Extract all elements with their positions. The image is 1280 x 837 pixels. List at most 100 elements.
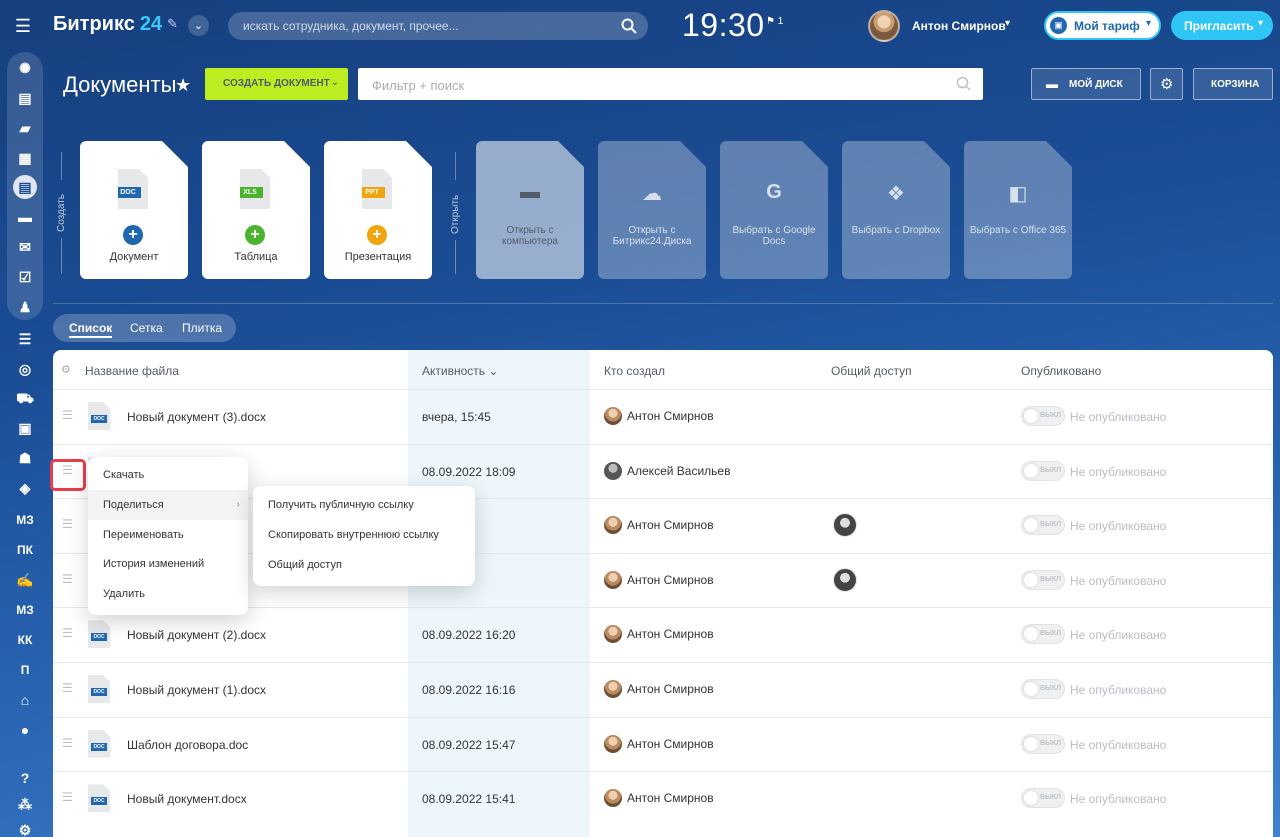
sitemap-icon[interactable]: ⁂: [13, 792, 37, 816]
avatar[interactable]: [604, 625, 622, 644]
drag-handle-icon[interactable]: ☰: [62, 791, 74, 803]
creator-name[interactable]: Антон Смирнов: [627, 737, 714, 751]
sidebar-item-mz[interactable]: МЗ: [13, 508, 37, 532]
view-list[interactable]: Список: [69, 321, 113, 338]
table-row[interactable]: ☰ DOC Шаблон договора.doc 08.09.2022 15:47 А…: [53, 716, 1273, 772]
menu-item-public-link[interactable]: Получить публичную ссылку: [253, 490, 475, 520]
logo[interactable]: Битрикс 24: [53, 13, 162, 36]
file-name[interactable]: Новый документ (3).docx: [127, 410, 266, 424]
settings-button[interactable]: ⚙: [1150, 68, 1183, 100]
home-icon[interactable]: ⌂: [13, 688, 37, 712]
open-from-b24-disk-tile[interactable]: ☁ Открыть с Битрикс24.Диска: [598, 141, 706, 279]
drag-handle-icon[interactable]: ☰: [62, 627, 74, 639]
my-tarif-button[interactable]: ▣ Мой тариф ▾: [1044, 11, 1161, 40]
file-name[interactable]: Новый документ.docx: [127, 792, 247, 806]
creator-name[interactable]: Антон Смирнов: [627, 627, 714, 641]
create-document-button[interactable]: СОЗДАТЬ ДОКУМЕНТ ⌄: [205, 68, 348, 100]
box-icon[interactable]: ◈: [13, 476, 37, 500]
shared-user-avatar[interactable]: [833, 513, 857, 538]
contact-card-icon[interactable]: ▣: [13, 416, 37, 440]
user-name[interactable]: Антон Смирнов: [912, 19, 1006, 33]
filter-search-input[interactable]: Фильтр + поиск: [358, 68, 983, 100]
shop-cart-icon[interactable]: ⛟: [13, 386, 37, 410]
sidebar-item-mz-2[interactable]: МЗ: [13, 598, 37, 622]
open-from-computer-tile[interactable]: ▬ Открыть с компьютера: [476, 141, 584, 279]
avatar[interactable]: [604, 407, 622, 425]
publish-toggle[interactable]: ВЫКЛ: [1021, 624, 1065, 645]
avatar[interactable]: [604, 680, 622, 698]
chevron-down-icon[interactable]: ▾: [1005, 18, 1010, 29]
mail-icon[interactable]: ✉: [13, 235, 37, 259]
google-docs-tile[interactable]: G Выбрать с Google Docs: [720, 141, 828, 279]
creator-name[interactable]: Антон Смирнов: [627, 791, 714, 805]
menu-item-download[interactable]: Скачать: [88, 460, 248, 490]
avatar[interactable]: [604, 734, 622, 753]
publish-toggle[interactable]: ВЫКЛ: [1021, 460, 1065, 481]
search-icon[interactable]: [620, 17, 638, 35]
invite-button[interactable]: Пригласить ▾: [1171, 11, 1273, 40]
drag-handle-icon[interactable]: ☰: [62, 409, 74, 421]
sidebar-item-pk[interactable]: ПК: [13, 538, 37, 562]
clock[interactable]: 19:30: [682, 7, 765, 44]
create-doc-tile[interactable]: DOC + Документ: [80, 141, 188, 279]
view-grid[interactable]: Сетка: [130, 321, 163, 335]
dropbox-tile[interactable]: ❖ Выбрать с Dropbox: [842, 141, 950, 279]
column-header-published[interactable]: Опубликовано: [1021, 364, 1101, 378]
flag-icon[interactable]: ⚑ 1: [766, 16, 783, 27]
avatar[interactable]: [604, 570, 622, 589]
column-header-creator[interactable]: Кто создал: [604, 364, 665, 378]
column-header-activity[interactable]: Активность ⌄: [422, 364, 498, 378]
avatar[interactable]: [604, 789, 622, 808]
more-icon[interactable]: ●: [13, 718, 37, 742]
tasks-icon[interactable]: ▤: [13, 86, 37, 110]
edit-pencil-icon[interactable]: ✎: [167, 16, 178, 32]
table-row[interactable]: ☰ DOC Новый документ (1).docx 08.09.2022 16…: [53, 662, 1273, 717]
creator-name[interactable]: Антон Смирнов: [627, 518, 714, 532]
column-header-shared[interactable]: Общий доступ: [831, 364, 912, 378]
column-header-name[interactable]: Название файла: [85, 364, 179, 378]
crm-filter-icon[interactable]: ☰: [13, 327, 37, 351]
global-search[interactable]: искать сотрудника, документ, прочее...: [228, 12, 648, 40]
drag-handle-icon[interactable]: ☰: [62, 518, 74, 530]
publish-toggle[interactable]: ВЫКЛ: [1021, 515, 1065, 536]
menu-item-rename[interactable]: Переименовать: [88, 520, 248, 550]
creator-name[interactable]: Антон Смирнов: [627, 573, 714, 587]
create-xls-tile[interactable]: XLS + Таблица: [202, 141, 310, 279]
avatar[interactable]: [604, 461, 622, 480]
sidebar-item-p[interactable]: П: [13, 658, 37, 682]
publish-toggle[interactable]: ВЫКЛ: [1021, 406, 1065, 426]
trash-button[interactable]: КОРЗИНА: [1193, 68, 1273, 100]
documents-icon[interactable]: ▤: [13, 175, 37, 199]
file-name[interactable]: Новый документ (2).docx: [127, 628, 266, 642]
avatar[interactable]: [604, 516, 622, 535]
creator-name[interactable]: Алексей Васильев: [627, 464, 730, 478]
menu-item-history[interactable]: История изменений: [88, 549, 248, 579]
search-icon[interactable]: [955, 75, 973, 93]
shared-user-avatar[interactable]: [833, 567, 857, 592]
publish-toggle[interactable]: ВЫКЛ: [1021, 733, 1065, 754]
menu-item-share[interactable]: Поделиться ›: [88, 490, 248, 520]
drag-handle-icon[interactable]: ☰: [62, 573, 74, 585]
target-icon[interactable]: ◎: [13, 357, 37, 381]
menu-item-delete[interactable]: Удалить: [88, 579, 248, 609]
publish-toggle[interactable]: ВЫКЛ: [1021, 788, 1065, 809]
activity-stream-icon[interactable]: ✺: [13, 56, 37, 80]
creator-name[interactable]: Антон Смирнов: [627, 409, 714, 423]
table-row[interactable]: ☰ DOC Новый документ (2).docx 08.09.2022 16…: [53, 607, 1273, 662]
create-ppt-tile[interactable]: PPT + Презентация: [324, 141, 432, 279]
employees-icon[interactable]: ♟: [13, 295, 37, 319]
menu-item-shared-access[interactable]: Общий доступ: [253, 550, 475, 580]
creator-name[interactable]: Антон Смирнов: [627, 682, 714, 696]
chevron-down-icon[interactable]: ⌄: [188, 15, 209, 36]
chat-icon[interactable]: ▰: [13, 116, 37, 140]
settings-icon[interactable]: ⚙: [13, 818, 37, 837]
view-tile[interactable]: Плитка: [182, 321, 222, 335]
office365-tile[interactable]: ◧ Выбрать с Office 365: [964, 141, 1072, 279]
gear-icon[interactable]: ⚙: [61, 363, 71, 376]
star-icon[interactable]: ★: [175, 75, 191, 96]
drag-handle-icon[interactable]: ☰: [62, 737, 74, 749]
sidebar-item-kk[interactable]: КК: [13, 628, 37, 652]
file-name[interactable]: Новый документ (1).docx: [127, 683, 266, 697]
calendar-icon[interactable]: ▦: [13, 146, 37, 170]
table-row[interactable]: ☰ DOC Новый документ (3).docx вчера, 15:45 А…: [53, 389, 1273, 444]
